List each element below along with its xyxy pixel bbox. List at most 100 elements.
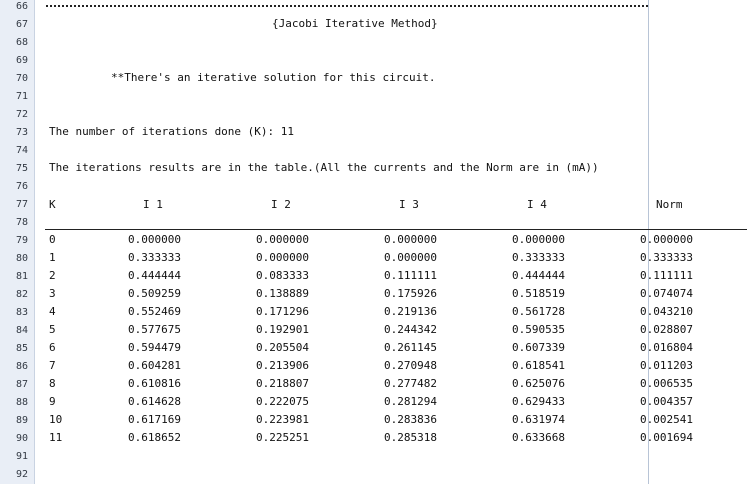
table-cell-k: 8: [49, 377, 56, 390]
table-cell-value: 0.625076: [512, 377, 565, 390]
line-number: 82: [15, 289, 28, 300]
line-number: 69: [15, 55, 28, 66]
table-cell-value: 0.594479: [128, 341, 181, 354]
line-number: 77: [15, 199, 28, 210]
table-cell-value: 0.004357: [640, 395, 693, 408]
table-cell-value: 0.604281: [128, 359, 181, 372]
table-cell-k: 4: [49, 305, 56, 318]
table-header-cell: I 3: [399, 198, 419, 211]
table-cell-value: 0.518519: [512, 287, 565, 300]
line-number: 89: [15, 415, 28, 426]
table-cell-value: 0.016804: [640, 341, 693, 354]
table-cell-value: 0.205504: [256, 341, 309, 354]
table-cell-k: 9: [49, 395, 56, 408]
table-cell-value: 0.000000: [128, 233, 181, 246]
line-number: 80: [15, 253, 28, 264]
table-cell-value: 0.261145: [384, 341, 437, 354]
table-cell-k: 6: [49, 341, 56, 354]
line-number: 73: [15, 127, 28, 138]
table-cell-value: 0.223981: [256, 413, 309, 426]
line-number: 87: [15, 379, 28, 390]
table-header-cell: I 1: [143, 198, 163, 211]
line-number: 88: [15, 397, 28, 408]
table-cell-k: 5: [49, 323, 56, 336]
table-cell-value: 0.633668: [512, 431, 565, 444]
table-cell-value: 0.629433: [512, 395, 565, 408]
table-cell-k: 0: [49, 233, 56, 246]
line-number: 71: [15, 91, 28, 102]
table-cell-value: 0.444444: [128, 269, 181, 282]
table-cell-value: 0.618541: [512, 359, 565, 372]
table-cell-k: 10: [49, 413, 63, 426]
table-cell-value: 0.000000: [256, 233, 309, 246]
table-cell-value: 0.222075: [256, 395, 309, 408]
table-cell-value: 0.000000: [384, 251, 437, 264]
table-cell-value: 0.577675: [128, 323, 181, 336]
table-cell-value: 0.011203: [640, 359, 693, 372]
line-number: 79: [15, 235, 28, 246]
table-cell-value: 0.083333: [256, 269, 309, 282]
table-cell-value: 0.277482: [384, 377, 437, 390]
table-cell-value: 0.444444: [512, 269, 565, 282]
table-cell-k: 11: [49, 431, 63, 444]
table-cell-value: 0.281294: [384, 395, 437, 408]
table-cell-value: 0.138889: [256, 287, 309, 300]
line-number: 75: [15, 163, 28, 174]
table-cell-value: 0.111111: [384, 269, 437, 282]
table-cell-value: 0.590535: [512, 323, 565, 336]
line-number: 70: [15, 73, 28, 84]
table-cell-value: 0.618652: [128, 431, 181, 444]
table-cell-value: 0.617169: [128, 413, 181, 426]
table-cell-value: 0.001694: [640, 431, 693, 444]
method-title: {Jacobi Iterative Method}: [272, 17, 438, 30]
table-cell-k: 2: [49, 269, 56, 282]
table-cell-k: 3: [49, 287, 56, 300]
table-cell-value: 0.610816: [128, 377, 181, 390]
table-header-cell: K: [49, 198, 56, 211]
table-cell-value: 0.171296: [256, 305, 309, 318]
table-cell-value: 0.002541: [640, 413, 693, 426]
table-cell-value: 0.631974: [512, 413, 565, 426]
solution-note: **There's an iterative solution for this…: [111, 71, 436, 84]
line-number-gutter: 66 67 68 69 70 71 72 73 74 75 76 77 78 79 80 81 82 83 84 85…: [0, 0, 35, 484]
table-cell-value: 0.111111: [640, 269, 693, 282]
table-cell-value: 0.225251: [256, 431, 309, 444]
table-cell-value: 0.028807: [640, 323, 693, 336]
table-cell-value: 0.218807: [256, 377, 309, 390]
line-number: 78: [15, 217, 28, 228]
table-cell-value: 0.283836: [384, 413, 437, 426]
line-number: 67: [15, 19, 28, 30]
table-header-cell: I 2: [271, 198, 291, 211]
table-cell-value: 0.000000: [384, 233, 437, 246]
line-number: 91: [15, 451, 28, 462]
line-number: 92: [15, 469, 28, 480]
line-number: 85: [15, 343, 28, 354]
line-number: 68: [15, 37, 28, 48]
table-cell-value: 0.607339: [512, 341, 565, 354]
table-cell-value: 0.213906: [256, 359, 309, 372]
line-number: 76: [15, 181, 28, 192]
line-number: 66: [15, 1, 28, 12]
table-cell-value: 0.333333: [512, 251, 565, 264]
table-cell-value: 0.219136: [384, 305, 437, 318]
table-cell-value: 0.285318: [384, 431, 437, 444]
results-note: The iterations results are in the table.…: [49, 161, 599, 174]
table-cell-value: 0.074074: [640, 287, 693, 300]
table-cell-value: 0.175926: [384, 287, 437, 300]
table-cell-value: 0.552469: [128, 305, 181, 318]
table-cell-value: 0.561728: [512, 305, 565, 318]
table-cell-k: 7: [49, 359, 56, 372]
table-cell-value: 0.509259: [128, 287, 181, 300]
table-cell-value: 0.192901: [256, 323, 309, 336]
separator-equals-line: [46, 5, 648, 7]
table-header-cell: I 4: [527, 198, 547, 211]
table-cell-value: 0.333333: [640, 251, 693, 264]
line-number: 86: [15, 361, 28, 372]
line-number: 81: [15, 271, 28, 282]
line-number: 90: [15, 433, 28, 444]
table-cell-value: 0.000000: [512, 233, 565, 246]
iterations-note: The number of iterations done (K): 11: [49, 125, 295, 138]
table-cell-value: 0.006535: [640, 377, 693, 390]
line-number: 72: [15, 109, 28, 120]
table-header-rule: [45, 229, 747, 230]
